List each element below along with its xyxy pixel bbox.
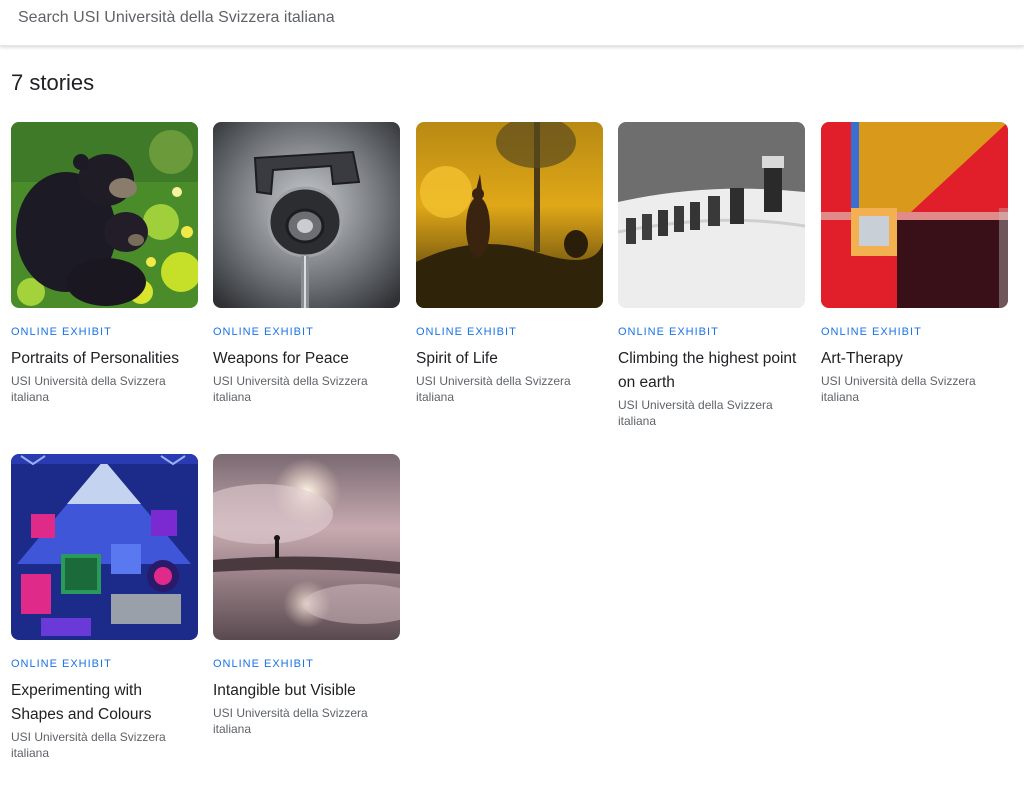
story-thumbnail-bears[interactable]	[11, 122, 198, 308]
story-thumbnail-sculpture[interactable]	[213, 122, 400, 308]
story-thumbnail-abstract-painting[interactable]	[821, 122, 1008, 308]
forest-image	[416, 122, 603, 308]
search-bar	[0, 0, 1024, 46]
story-thumbnail-climbers[interactable]	[618, 122, 805, 308]
story-owner: USI Università della Svizzera italiana	[11, 730, 166, 760]
story-owner: USI Università della Svizzera italiana	[213, 374, 368, 404]
story-title[interactable]: Art-Therapy	[821, 347, 1008, 371]
story-kicker: ONLINE EXHIBIT	[213, 326, 314, 338]
story-title[interactable]: Portraits of Personalities	[11, 347, 198, 371]
story-thumbnail-misty-landscape[interactable]	[213, 454, 400, 640]
story-owner: USI Università della Svizzera italiana	[213, 706, 368, 736]
story-card-art-therapy[interactable]: ONLINE EXHIBIT Art-Therapy USI Universit…	[821, 122, 1008, 405]
story-card-portraits-of-personalities[interactable]: ONLINE EXHIBIT Portraits of Personalitie…	[11, 122, 198, 405]
climbers-image	[618, 122, 805, 308]
abstract-painting-image	[821, 122, 1008, 308]
story-title[interactable]: Intangible but Visible	[213, 679, 400, 703]
story-kicker: ONLINE EXHIBIT	[213, 658, 314, 670]
story-card-intangible-but-visible[interactable]: ONLINE EXHIBIT Intangible but Visible US…	[213, 454, 400, 737]
story-owner: USI Università della Svizzera italiana	[416, 374, 571, 404]
bears-image	[11, 122, 198, 308]
story-kicker: ONLINE EXHIBIT	[11, 658, 112, 670]
misty-landscape-image	[213, 454, 400, 640]
story-kicker: ONLINE EXHIBIT	[11, 326, 112, 338]
story-card-spirit-of-life[interactable]: ONLINE EXHIBIT Spirit of Life USI Univer…	[416, 122, 603, 405]
story-title[interactable]: Weapons for Peace	[213, 347, 400, 371]
story-kicker: ONLINE EXHIBIT	[821, 326, 922, 338]
story-thumbnail-geometric-mosaic[interactable]	[11, 454, 198, 640]
story-card-weapons-for-peace[interactable]: ONLINE EXHIBIT Weapons for Peace USI Uni…	[213, 122, 400, 405]
story-owner: USI Università della Svizzera italiana	[11, 374, 166, 404]
story-thumbnail-forest[interactable]	[416, 122, 603, 308]
story-title[interactable]: Experimenting with Shapes and Colours	[11, 679, 198, 727]
story-owner: USI Università della Svizzera italiana	[618, 398, 773, 428]
story-card-experimenting-with-shapes[interactable]: ONLINE EXHIBIT Experimenting with Shapes…	[11, 454, 198, 761]
sculpture-image	[213, 122, 400, 308]
story-kicker: ONLINE EXHIBIT	[416, 326, 517, 338]
story-card-climbing-the-highest-point[interactable]: ONLINE EXHIBIT Climbing the highest poin…	[618, 122, 805, 429]
story-title[interactable]: Climbing the highest point on earth	[618, 347, 805, 395]
section-title: 7 stories	[11, 70, 95, 95]
story-title[interactable]: Spirit of Life	[416, 347, 603, 371]
search-input[interactable]	[18, 7, 918, 29]
story-kicker: ONLINE EXHIBIT	[618, 326, 719, 338]
geometric-mosaic-image	[11, 454, 198, 640]
story-owner: USI Università della Svizzera italiana	[821, 374, 976, 404]
